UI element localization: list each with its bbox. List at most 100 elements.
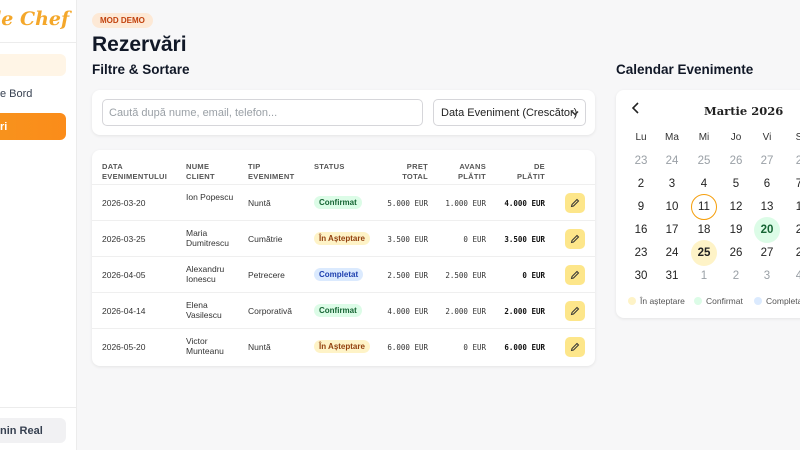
calendar-day[interactable]: 30 xyxy=(628,263,654,289)
pencil-icon xyxy=(570,342,580,352)
calendar-weekday: Mi xyxy=(698,132,710,143)
legend-label: În așteptare xyxy=(640,296,685,306)
pencil-icon xyxy=(570,270,580,280)
calendar-card: Martie 2026 Lu Ma Mi Jo Vi S 23 24 25 26 27 2 2 3 4 5 6 7… xyxy=(616,90,800,318)
table-row: 2026-05-20 Victor Munteanu Nuntă În Aștepta… xyxy=(92,328,595,364)
edit-button[interactable] xyxy=(565,193,585,213)
legend-dot xyxy=(628,297,636,305)
sidebar-divider xyxy=(0,42,76,43)
calendar-weekday: Lu xyxy=(635,132,647,143)
calendar-title: Calendar Evenimente xyxy=(616,62,754,77)
col-header-advance: AVANS PLĂTIT xyxy=(457,162,486,181)
calendar-day[interactable]: 31 xyxy=(659,263,685,289)
cell-type: Nuntă xyxy=(248,342,271,352)
edit-button[interactable] xyxy=(565,265,585,285)
legend-label: Confirmat xyxy=(706,296,743,306)
cell-client: Maria Dumitrescu xyxy=(186,228,229,248)
calendar-day[interactable]: 1 xyxy=(691,263,717,289)
cell-advance: 0 EUR xyxy=(463,343,486,352)
filters-title: Filtre & Sortare xyxy=(92,62,190,77)
sort-select-value: Data Eveniment (Crescător) xyxy=(441,106,578,119)
app-logo: de Chef xyxy=(0,8,70,30)
sidebar: de Chef e Bord ri nin Real xyxy=(0,0,77,450)
col-header-date: DATA EVENIMENTULUI xyxy=(102,162,168,181)
admin-mode-button[interactable]: nin Real xyxy=(0,418,66,443)
cell-client: Alexandru Ionescu xyxy=(186,264,225,284)
cell-total: 5.000 EUR xyxy=(387,199,428,208)
status-badge: Completat xyxy=(314,268,364,281)
calendar-day[interactable]: 4 xyxy=(786,263,800,289)
pencil-icon xyxy=(570,306,580,316)
col-header-total: PREȚ TOTAL xyxy=(402,162,428,181)
cell-due: 6.000 EUR xyxy=(504,343,545,352)
admin-mode-label: nin Real xyxy=(0,424,43,437)
calendar-weekday: Vi xyxy=(762,132,772,143)
cell-total: 2.500 EUR xyxy=(387,271,428,280)
cell-client: Ion Popescu xyxy=(186,192,234,202)
cell-client: Elena Vasilescu xyxy=(186,300,222,320)
cell-type: Corporativă xyxy=(248,306,292,316)
sidebar-item-label: ri xyxy=(0,120,8,133)
cell-due: 2.000 EUR xyxy=(504,307,545,316)
sidebar-item-1[interactable] xyxy=(0,54,66,76)
table-row: 2026-03-20 Ion Popescu Nuntă Confirmat 5.000… xyxy=(92,184,595,220)
calendar-weekday: Jo xyxy=(730,132,742,143)
sidebar-item-reservations[interactable]: ri xyxy=(0,113,66,140)
cell-type: Cumătrie xyxy=(248,234,283,244)
chevron-down-icon xyxy=(570,108,580,120)
col-header-due: DE PLĂTIT xyxy=(516,162,545,181)
calendar-month: Martie 2026 xyxy=(704,104,784,118)
calendar-day[interactable]: 3 xyxy=(754,263,780,289)
calendar-legend-item: Confirmat xyxy=(694,296,743,306)
col-header-status: STATUS xyxy=(314,162,345,171)
legend-label: Completat xyxy=(766,296,800,306)
col-header-type: TIP EVENIMENT xyxy=(248,162,295,181)
sidebar-item-dashboard[interactable]: e Bord xyxy=(0,83,66,105)
table-row: 2026-03-25 Maria Dumitrescu Cumătrie În Așt… xyxy=(92,220,595,256)
table-row: 2026-04-05 Alexandru Ionescu Petrecere Comp… xyxy=(92,256,595,292)
status-badge: Confirmat xyxy=(314,196,362,209)
table-row: 2026-04-14 Elena Vasilescu Corporativă Conf… xyxy=(92,292,595,328)
status-badge: În Așteptare xyxy=(314,340,370,353)
status-badge: În Așteptare xyxy=(314,232,370,245)
cell-due: 0 EUR xyxy=(522,271,545,280)
sort-select[interactable]: Data Eveniment (Crescător) xyxy=(433,99,586,126)
cell-total: 3.500 EUR xyxy=(387,235,428,244)
demo-mode-badge: MOD DEMO xyxy=(92,13,153,28)
calendar-weekday: Ma xyxy=(665,132,679,143)
cell-date: 2026-03-25 xyxy=(102,234,146,244)
search-input[interactable] xyxy=(102,99,423,126)
edit-button[interactable] xyxy=(565,229,585,249)
cell-advance: 1.000 EUR xyxy=(445,199,486,208)
chevron-left-icon[interactable] xyxy=(630,101,642,119)
edit-button[interactable] xyxy=(565,301,585,321)
cell-advance: 2.500 EUR xyxy=(445,271,486,280)
page-title: Rezervări xyxy=(92,33,187,56)
cell-type: Petrecere xyxy=(248,270,285,280)
pencil-icon xyxy=(570,234,580,244)
cell-total: 6.000 EUR xyxy=(387,343,428,352)
cell-total: 4.000 EUR xyxy=(387,307,428,316)
status-badge: Confirmat xyxy=(314,304,362,317)
pencil-icon xyxy=(570,198,580,208)
reservations-table: DATA EVENIMENTULUI NUME CLIENT TIP EVENI… xyxy=(92,150,595,366)
calendar-legend-item: În așteptare xyxy=(628,296,685,306)
cell-date: 2026-04-14 xyxy=(102,306,146,316)
filters-card: Data Eveniment (Crescător) xyxy=(92,90,595,135)
calendar-day[interactable]: 2 xyxy=(723,263,749,289)
calendar-legend-item: Completat xyxy=(754,296,800,306)
legend-dot xyxy=(754,297,762,305)
cell-advance: 0 EUR xyxy=(463,235,486,244)
legend-dot xyxy=(694,297,702,305)
cell-advance: 2.000 EUR xyxy=(445,307,486,316)
cell-due: 3.500 EUR xyxy=(504,235,545,244)
cell-date: 2026-03-20 xyxy=(102,198,146,208)
cell-date: 2026-05-20 xyxy=(102,342,146,352)
edit-button[interactable] xyxy=(565,337,585,357)
cell-type: Nuntă xyxy=(248,198,271,208)
cell-client: Victor Munteanu xyxy=(186,336,224,356)
col-header-client: NUME CLIENT xyxy=(186,162,215,181)
cell-due: 4.000 EUR xyxy=(504,199,545,208)
sidebar-item-label: e Bord xyxy=(0,88,33,100)
sidebar-divider-bottom xyxy=(0,407,76,408)
